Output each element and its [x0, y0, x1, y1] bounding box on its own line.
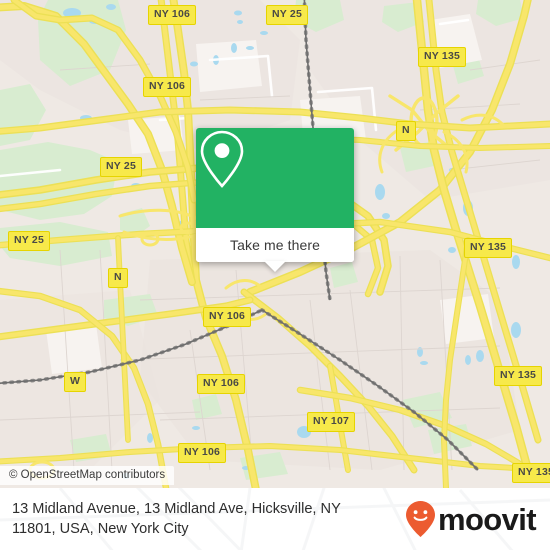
address-text: 13 Midland Avenue, 13 Midland Ave, Hicks…: [12, 499, 405, 539]
road-shield: W: [64, 372, 87, 392]
callout-header: [196, 128, 354, 228]
address-line-2: 11801, USA, New York City: [12, 521, 189, 537]
take-me-there-label: Take me there: [229, 237, 320, 253]
road-shield: NY 25: [100, 157, 142, 177]
destination-callout[interactable]: Take me there: [196, 128, 354, 272]
callout-pointer: [264, 261, 286, 272]
road-shield: NY 135: [418, 47, 467, 67]
road-shield: NY 135: [464, 238, 513, 258]
callout-action[interactable]: Take me there: [196, 228, 354, 262]
road-shield: NY 135: [494, 366, 543, 386]
road-shield: NY 107: [307, 412, 356, 432]
road-shield: NY 25: [8, 231, 50, 251]
road-shield: NY 106: [203, 307, 252, 327]
road-shield: NY 106: [178, 443, 227, 463]
map-attribution[interactable]: © OpenStreetMap contributors: [0, 466, 175, 485]
road-shield: N: [396, 121, 416, 141]
footer-bar: 13 Midland Avenue, 13 Midland Ave, Hicks…: [0, 488, 550, 550]
road-shield: NY 25: [266, 5, 308, 25]
road-shield: NY 106: [197, 374, 246, 394]
road-shield: NY 106: [148, 5, 197, 25]
moovit-smiley-pin-icon: [405, 501, 435, 537]
road-shield: NY 106: [143, 77, 192, 97]
map-screenshot: .parkfill{fill:#d8ecd0;} .urban{fill:#ea…: [0, 0, 550, 550]
address-line-1: 13 Midland Avenue, 13 Midland Ave, Hicks…: [12, 501, 341, 517]
map-canvas[interactable]: .parkfill{fill:#d8ecd0;} .urban{fill:#ea…: [0, 0, 550, 488]
moovit-logo[interactable]: moovit: [405, 500, 540, 538]
moovit-wordmark: moovit: [437, 501, 537, 537]
road-shield: N: [108, 268, 128, 288]
road-shield: NY 135: [512, 463, 550, 483]
map-pin-icon: [200, 130, 244, 188]
